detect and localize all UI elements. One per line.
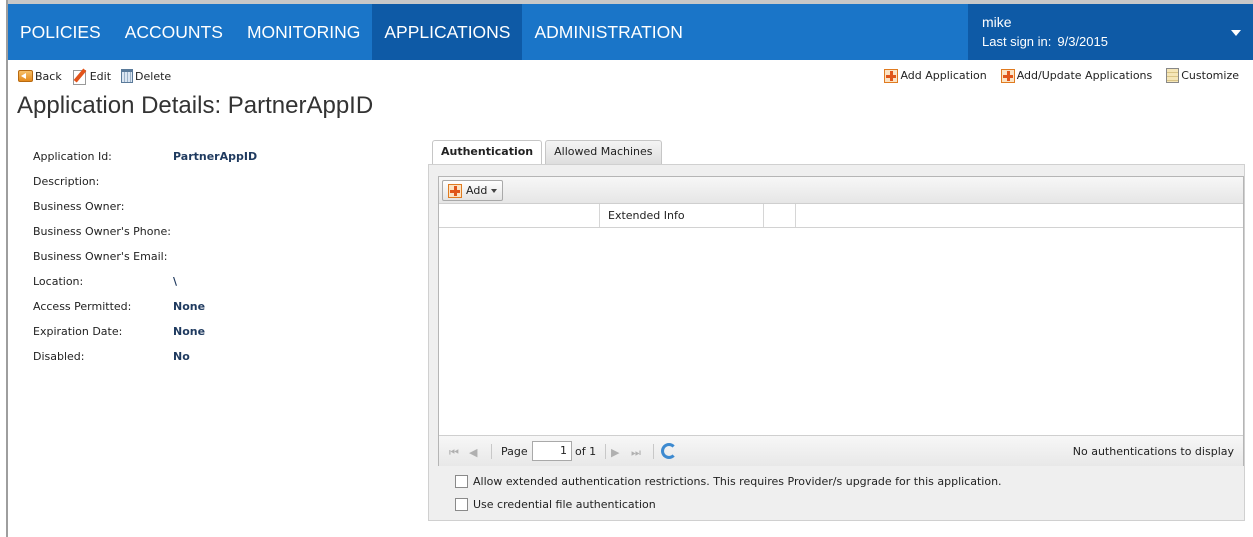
add-icon (448, 183, 462, 198)
page-title: Application Details: PartnerAppID (17, 92, 374, 119)
grid-pager: ⏮ ◀ Page 1 of 1 ▶ ⏭ No authentications t… (439, 435, 1243, 466)
detail-value: PartnerAppID (173, 150, 258, 163)
add-icon (884, 68, 899, 83)
detail-tabs: Authentication Allowed Machines (432, 140, 665, 165)
nav-administration[interactable]: ADMINISTRATION (522, 4, 694, 60)
credential-file-checkbox[interactable] (455, 498, 468, 511)
nav-policies[interactable]: POLICIES (8, 4, 113, 60)
extended-restrictions-option[interactable]: Allow extended authentication restrictio… (455, 475, 1002, 488)
page-actions-toolbar: Add Application Add/Update Applications … (870, 68, 1239, 83)
column-header-extended-info[interactable]: Extended Info (599, 204, 764, 227)
chevron-down-icon (491, 188, 498, 193)
user-menu[interactable]: mike Last sign in: 9/3/2015 (968, 4, 1253, 60)
next-page-icon[interactable]: ▶ (611, 446, 619, 459)
last-page-icon[interactable]: ⏭ (631, 446, 641, 460)
customize-label: Customize (1181, 69, 1239, 82)
add-update-applications-label: Add/Update Applications (1016, 69, 1153, 82)
empty-message: No authentications to display (1072, 445, 1234, 458)
back-arrow-icon (18, 70, 33, 82)
detail-label: Expiration Date: (33, 325, 123, 338)
add-icon (1000, 68, 1015, 83)
customize-button[interactable]: Customize (1166, 68, 1239, 83)
add-authentication-button[interactable]: Add (442, 180, 504, 201)
credential-file-option[interactable]: Use credential file authentication (455, 498, 656, 511)
detail-label: Disabled: (33, 350, 85, 363)
edit-pencil-icon (72, 68, 88, 85)
detail-label: Application Id: (33, 150, 112, 163)
credential-file-label: Use credential file authentication (473, 498, 656, 511)
edit-button[interactable]: Edit (72, 68, 112, 85)
detail-value: None (173, 300, 206, 313)
detail-value: None (173, 325, 206, 338)
add-application-label: Add Application (900, 69, 987, 82)
user-name: mike (982, 14, 1012, 30)
delete-button[interactable]: Delete (121, 69, 171, 83)
nav-applications[interactable]: APPLICATIONS (372, 4, 523, 60)
page-label: Page (501, 445, 528, 458)
delete-label: Delete (135, 69, 172, 83)
back-button[interactable]: Back (18, 70, 62, 83)
grid-header: Extended Info (439, 204, 1243, 228)
add-label: Add (466, 184, 488, 197)
edit-label: Edit (89, 69, 112, 83)
add-application-button[interactable]: Add Application (884, 68, 987, 83)
last-signin: Last sign in: 9/3/2015 (982, 34, 1114, 49)
page-count: of 1 (575, 445, 597, 458)
detail-value: No (173, 350, 190, 363)
trash-icon (121, 69, 134, 83)
nav-accounts[interactable]: ACCOUNTS (113, 4, 235, 60)
last-signin-label: Last sign in: (982, 34, 1052, 49)
refresh-icon[interactable] (661, 443, 677, 459)
customize-icon (1166, 68, 1180, 83)
detail-label: Business Owner's Email: (33, 250, 168, 263)
authentication-panel: Add Extended Info ⏮ ◀ Page 1 of 1 ▶ ⏭ No… (428, 164, 1245, 521)
grid-toolbar: Add (439, 177, 1243, 204)
extended-restrictions-label: Allow extended authentication restrictio… (473, 475, 1002, 488)
pager-separator (491, 444, 492, 459)
nav-monitoring[interactable]: MONITORING (235, 4, 372, 60)
pager-separator (605, 444, 606, 459)
first-page-icon[interactable]: ⏮ (449, 446, 459, 460)
detail-label: Business Owner: (33, 200, 125, 213)
extended-restrictions-checkbox[interactable] (455, 475, 468, 488)
top-navigation-bar: POLICIES ACCOUNTS MONITORING APPLICATION… (8, 4, 1253, 60)
page-number-input[interactable]: 1 (532, 441, 572, 461)
action-toolbar: Back Edit Delete (18, 68, 181, 85)
detail-label: Access Permitted: (33, 300, 132, 313)
detail-label: Business Owner's Phone: (33, 225, 171, 238)
chevron-down-icon[interactable] (1231, 30, 1241, 36)
add-update-applications-button[interactable]: Add/Update Applications (1000, 68, 1153, 83)
detail-label: Description: (33, 175, 100, 188)
authentication-grid: Add Extended Info ⏮ ◀ Page 1 of 1 ▶ ⏭ No… (438, 176, 1244, 466)
last-signin-date: 9/3/2015 (1057, 34, 1108, 49)
tab-authentication[interactable]: Authentication (432, 140, 543, 165)
column-header-blank[interactable] (764, 204, 796, 227)
tab-allowed-machines[interactable]: Allowed Machines (545, 140, 662, 164)
window-left-border (6, 0, 8, 537)
main-nav: POLICIES ACCOUNTS MONITORING APPLICATION… (8, 4, 695, 60)
back-label: Back (35, 69, 62, 83)
detail-label: Location: (33, 275, 84, 288)
detail-value: \ (173, 275, 178, 288)
pager-separator (653, 444, 654, 459)
previous-page-icon[interactable]: ◀ (469, 446, 477, 459)
